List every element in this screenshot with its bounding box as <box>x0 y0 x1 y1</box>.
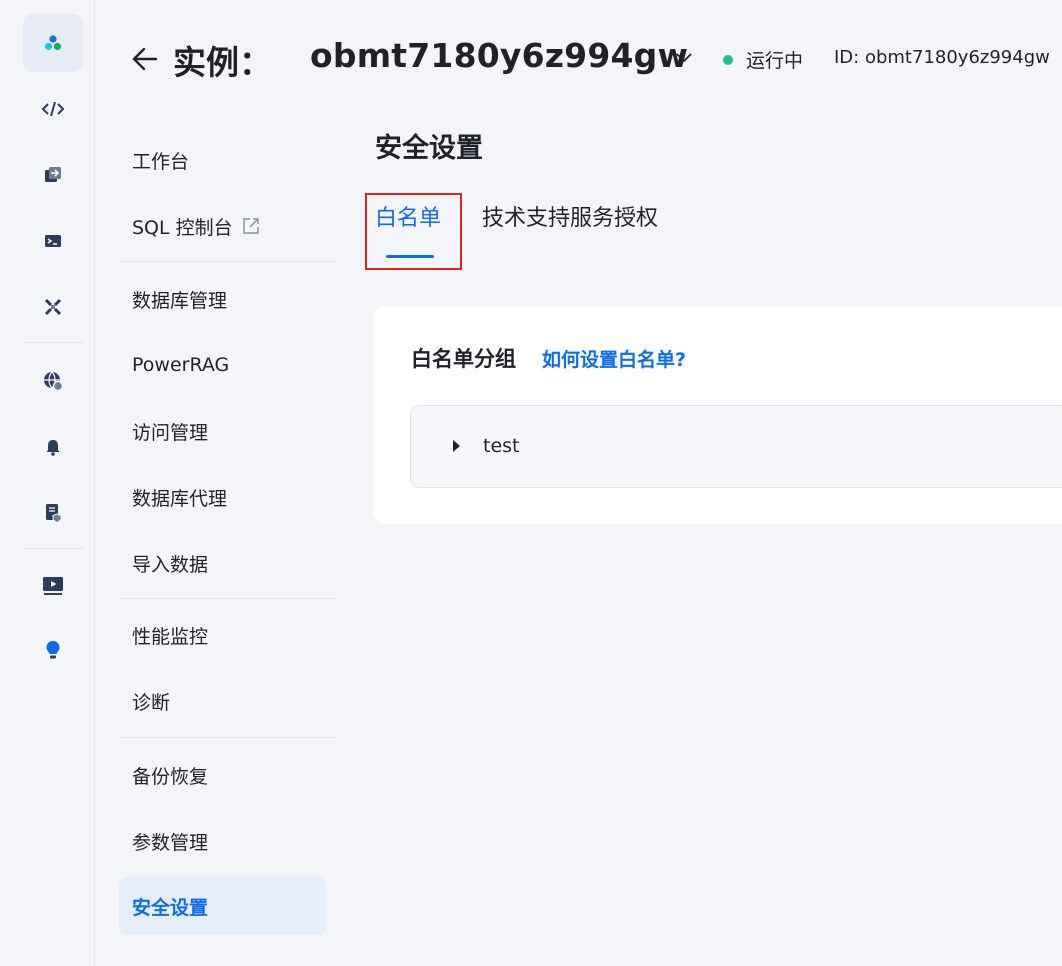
video-play-icon <box>43 577 63 595</box>
nav-item-label: 参数管理 <box>132 831 209 854</box>
nav-item-access-management[interactable]: 访问管理 <box>119 402 326 460</box>
caret-right-icon[interactable] <box>452 439 462 453</box>
network-settings-icon <box>44 371 64 392</box>
rail-item-terminal[interactable] <box>23 212 83 270</box>
terminal-icon <box>45 235 61 247</box>
external-link-icon <box>242 218 259 234</box>
help-link[interactable]: 如何设置白名单? <box>542 345 686 372</box>
nav-item-label: 安全设置 <box>132 896 209 919</box>
nav-item-database-proxy[interactable]: 数据库代理 <box>119 468 326 526</box>
back-arrow-icon[interactable] <box>130 42 160 76</box>
icon-rail <box>0 0 95 966</box>
nav-item-powerrag[interactable]: PowerRAG <box>119 336 326 394</box>
nav-item-label: 导入数据 <box>132 553 209 576</box>
rail-item-migration[interactable] <box>23 146 83 204</box>
page-title-label: 实例： <box>173 43 272 82</box>
nav-item-parameter-management[interactable]: 参数管理 <box>119 812 326 870</box>
migration-icon <box>45 167 61 182</box>
nav-divider <box>119 598 338 599</box>
card-title: 白名单分组 <box>411 347 516 371</box>
status-indicator-icon <box>723 55 733 65</box>
nav-item-label: 备份恢复 <box>132 765 209 788</box>
nav-item-label: SQL 控制台 <box>132 216 233 239</box>
nav-item-backup-restore[interactable]: 备份恢复 <box>119 746 326 804</box>
status-text: 运行中 <box>746 50 804 72</box>
chevron-down-icon[interactable] <box>674 50 694 66</box>
tab-support-authorization[interactable]: 技术支持服务授权 <box>482 200 658 232</box>
nav-item-security-settings[interactable]: 安全设置 <box>119 877 326 935</box>
nav-divider <box>119 737 338 738</box>
whitelist-group-name: test <box>483 435 520 457</box>
cluster-logo-icon <box>45 35 61 51</box>
document-shield-icon <box>46 504 62 524</box>
bell-icon <box>46 440 60 456</box>
nav-item-label: PowerRAG <box>132 354 230 376</box>
nav-item-diagnosis[interactable]: 诊断 <box>119 672 326 730</box>
nav-item-label: 性能监控 <box>132 625 209 648</box>
nav-divider <box>119 261 338 262</box>
nav-item-label: 数据库管理 <box>132 289 228 312</box>
nav-item-workbench[interactable]: 工作台 <box>119 131 326 189</box>
highlight-annotation-box <box>365 193 462 270</box>
rail-item-tools[interactable] <box>23 278 83 336</box>
nav-item-label: 诊断 <box>132 691 171 714</box>
rail-item-cluster[interactable] <box>23 14 83 72</box>
rail-item-code[interactable] <box>23 80 83 138</box>
code-icon <box>41 101 65 117</box>
nav-item-label: 访问管理 <box>132 421 209 444</box>
nav-item-performance-monitoring[interactable]: 性能监控 <box>119 606 326 664</box>
nav-item-label: 工作台 <box>132 150 190 173</box>
rail-item-alerts[interactable] <box>23 418 83 476</box>
rail-divider <box>23 342 83 343</box>
nav-item-database-management[interactable]: 数据库管理 <box>119 270 326 328</box>
rail-item-tutorials[interactable] <box>23 556 83 614</box>
nav-item-import-data[interactable]: 导入数据 <box>119 534 326 592</box>
instance-name: obmt7180y6z994gw <box>310 36 689 75</box>
nav-item-sql-console[interactable]: SQL 控制台 <box>119 197 326 255</box>
section-title: 安全设置 <box>375 133 483 164</box>
rail-item-tips[interactable] <box>23 622 83 680</box>
rail-item-audit[interactable] <box>23 484 83 542</box>
rail-item-network[interactable] <box>23 352 83 410</box>
rail-divider <box>23 548 83 549</box>
lightbulb-icon <box>46 641 60 659</box>
instance-id: ID: obmt7180y6z994gw <box>834 47 1050 68</box>
nav-item-label: 数据库代理 <box>132 487 228 510</box>
tools-icon <box>44 298 62 316</box>
